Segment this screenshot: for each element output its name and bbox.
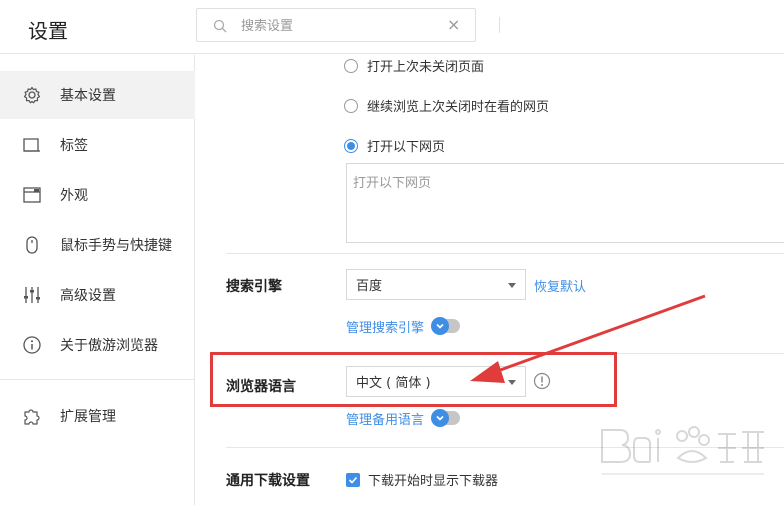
- manage-backup-languages-link[interactable]: 管理备用语言: [346, 409, 424, 428]
- page-title: 设置: [28, 19, 68, 43]
- manage-search-engines-toggle[interactable]: [431, 317, 460, 335]
- tab-icon: [22, 135, 42, 155]
- header-divider: [499, 17, 500, 33]
- radio-button[interactable]: [344, 98, 358, 113]
- sidebar-item-label: 关于傲游浏览器: [60, 338, 158, 354]
- startup-option-restore-unclosed[interactable]: 打开上次未关闭页面: [344, 56, 484, 75]
- sidebar-item-tabs[interactable]: 标签: [0, 121, 195, 169]
- select-value: 中文 ( 简体 ): [356, 376, 431, 391]
- mouse-icon: [22, 235, 42, 255]
- puzzle-icon: [22, 406, 42, 426]
- chevron-down-icon: [508, 380, 516, 385]
- radio-button[interactable]: [344, 58, 358, 73]
- info-icon: [22, 335, 42, 355]
- sliders-icon: [22, 285, 42, 305]
- sidebar-item-extensions[interactable]: 扩展管理: [0, 392, 195, 440]
- chevron-down-icon: [431, 409, 449, 427]
- sidebar-item-label: 扩展管理: [60, 409, 116, 425]
- show-downloader-option[interactable]: 下载开始时显示下载器: [346, 470, 498, 489]
- search-input[interactable]: [241, 16, 431, 36]
- section-divider: [226, 353, 784, 354]
- sidebar-item-label: 标签: [60, 138, 88, 154]
- browser-language-label: 浏览器语言: [226, 379, 296, 395]
- sidebar-item-mouse-shortcuts[interactable]: 鼠标手势与快捷键: [0, 221, 195, 269]
- section-divider: [226, 447, 784, 448]
- sidebar-item-label: 鼠标手势与快捷键: [60, 238, 172, 254]
- search-engine-label: 搜索引擎: [226, 279, 282, 295]
- warning-icon[interactable]: [533, 372, 551, 390]
- search-box[interactable]: ×: [196, 8, 476, 42]
- search-icon: [213, 19, 227, 33]
- checkbox-label: 下载开始时显示下载器: [368, 474, 499, 489]
- download-settings-label: 通用下载设置: [226, 473, 310, 489]
- settings-header: 设置 ×: [0, 0, 784, 54]
- sidebar-item-basic[interactable]: 基本设置: [0, 71, 195, 119]
- sidebar-item-label: 外观: [60, 188, 88, 204]
- radio-label: 继续浏览上次关闭时在看的网页: [367, 100, 550, 115]
- search-engine-select[interactable]: 百度: [346, 269, 526, 300]
- sidebar: 基本设置 标签 外观 鼠标手势与快捷键 高级设置 关于傲游浏览器 扩展管理: [0, 55, 195, 505]
- startup-option-continue-last[interactable]: 继续浏览上次关闭时在看的网页: [344, 96, 549, 115]
- manage-search-engines-link[interactable]: 管理搜索引擎: [346, 317, 424, 336]
- chevron-down-icon: [508, 283, 516, 288]
- settings-content: 打开上次未关闭页面 继续浏览上次关闭时在看的网页 打开以下网页 搜索引擎 百度 …: [196, 55, 784, 505]
- sidebar-divider: [0, 379, 195, 380]
- sidebar-item-advanced[interactable]: 高级设置: [0, 271, 195, 319]
- radio-label: 打开上次未关闭页面: [367, 60, 485, 75]
- sidebar-item-label: 基本设置: [60, 88, 116, 104]
- startup-pages-textarea[interactable]: [346, 163, 784, 243]
- clear-search-button[interactable]: ×: [447, 15, 460, 34]
- sidebar-item-appearance[interactable]: 外观: [0, 171, 195, 219]
- radio-label: 打开以下网页: [367, 140, 446, 155]
- sidebar-item-about[interactable]: 关于傲游浏览器: [0, 321, 195, 369]
- section-divider: [226, 253, 784, 254]
- sidebar-item-label: 高级设置: [60, 288, 116, 304]
- chevron-down-icon: [431, 317, 449, 335]
- startup-option-open-pages[interactable]: 打开以下网页: [344, 136, 445, 155]
- radio-button-checked[interactable]: [344, 138, 358, 153]
- window-icon: [22, 185, 42, 205]
- browser-language-select[interactable]: 中文 ( 简体 ): [346, 366, 526, 397]
- restore-default-link[interactable]: 恢复默认: [534, 276, 586, 295]
- checkbox-checked[interactable]: [346, 472, 360, 487]
- gear-icon: [22, 85, 42, 105]
- manage-backup-languages-toggle[interactable]: [431, 409, 460, 427]
- select-value: 百度: [356, 279, 383, 294]
